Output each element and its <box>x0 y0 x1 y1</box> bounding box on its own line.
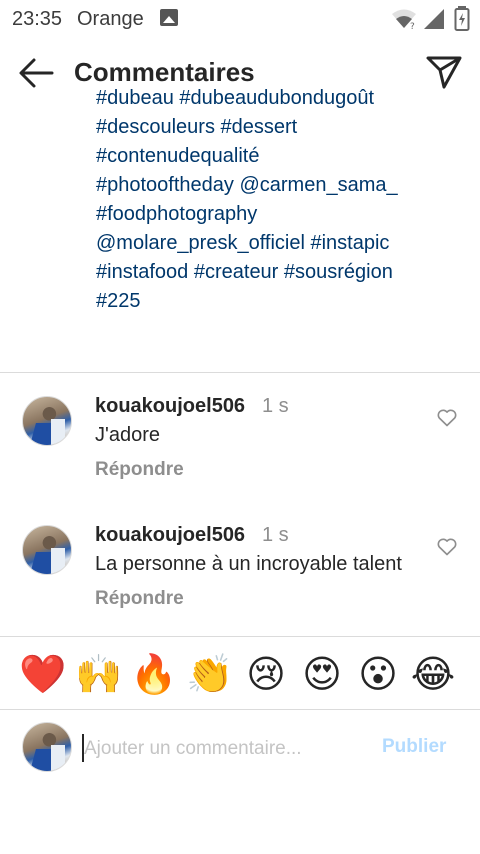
reaction-laughing[interactable]: 😂 <box>409 648 457 700</box>
comment-item: kouakoujoel506 1 s J'adore Répondre <box>0 392 480 502</box>
caption-lines: #lagourmandise #chocolat #gâteau #dubeau… <box>96 88 407 316</box>
comment-item: kouakoujoel506 1 s La personne à un incr… <box>0 521 480 631</box>
wifi-icon: ? <box>392 9 416 30</box>
reaction-heart-eyes[interactable]: 😍 <box>298 648 346 700</box>
gallery-icon <box>160 9 178 26</box>
send-icon[interactable] <box>424 54 464 90</box>
comment-username[interactable]: kouakoujoel506 <box>95 395 245 418</box>
app-header: Commentaires <box>0 40 480 104</box>
comment-composer: Publier <box>0 712 480 782</box>
reaction-raising-hands[interactable]: 🙌 <box>75 648 123 700</box>
caption-line[interactable]: #contenudequalité <box>96 142 407 171</box>
comment-input[interactable] <box>84 734 364 764</box>
heart-icon[interactable] <box>437 409 457 427</box>
comment-username[interactable]: kouakoujoel506 <box>95 524 245 547</box>
publish-button[interactable]: Publier <box>382 736 446 758</box>
back-arrow-icon[interactable] <box>16 56 56 90</box>
quick-reactions-bar: ❤️ 🙌 🔥 👏 😢 😍 😮 😂 <box>0 648 480 700</box>
comment-text: J'adore <box>95 424 160 446</box>
comment-text: La personne à un incroyable talent <box>95 553 402 575</box>
caption-line[interactable]: #descouleurs #dessert <box>96 113 407 142</box>
reaction-fire[interactable]: 🔥 <box>130 648 178 700</box>
avatar <box>22 722 72 772</box>
reactions-divider <box>0 636 480 637</box>
caption-line[interactable]: #foodphotography <box>96 200 407 229</box>
reaction-clapping[interactable]: 👏 <box>186 648 234 700</box>
comment-timestamp: 1 s <box>262 395 289 417</box>
caption-line[interactable]: #instafood #createur #sousrégion <box>96 258 407 287</box>
page-title: Commentaires <box>74 57 255 87</box>
caption-line[interactable]: @molare_presk_officiel #instapic <box>96 229 407 258</box>
caption-divider <box>0 372 480 373</box>
avatar[interactable] <box>22 525 72 575</box>
comment-timestamp: 1 s <box>262 524 289 546</box>
heart-icon[interactable] <box>437 538 457 556</box>
post-caption: #lagourmandise #chocolat #gâteau #dubeau… <box>96 88 466 348</box>
reaction-crying[interactable]: 😢 <box>242 648 290 700</box>
status-carrier: Orange <box>77 8 144 30</box>
reaction-heart[interactable]: ❤️ <box>19 648 67 700</box>
caption-line[interactable]: #225 <box>96 287 407 316</box>
reaction-surprised[interactable]: 😮 <box>354 648 402 700</box>
status-bar: 23:35 Orange ? <box>0 0 480 36</box>
svg-text:?: ? <box>410 22 415 30</box>
battery-icon <box>454 6 470 31</box>
reply-button[interactable]: Répondre <box>95 459 184 481</box>
caption-line[interactable]: #photooftheday @carmen_sama_ <box>96 171 407 200</box>
status-time: 23:35 <box>12 8 63 30</box>
composer-divider <box>0 709 480 710</box>
signal-icon <box>424 9 444 29</box>
reply-button[interactable]: Répondre <box>95 588 184 610</box>
avatar[interactable] <box>22 396 72 446</box>
